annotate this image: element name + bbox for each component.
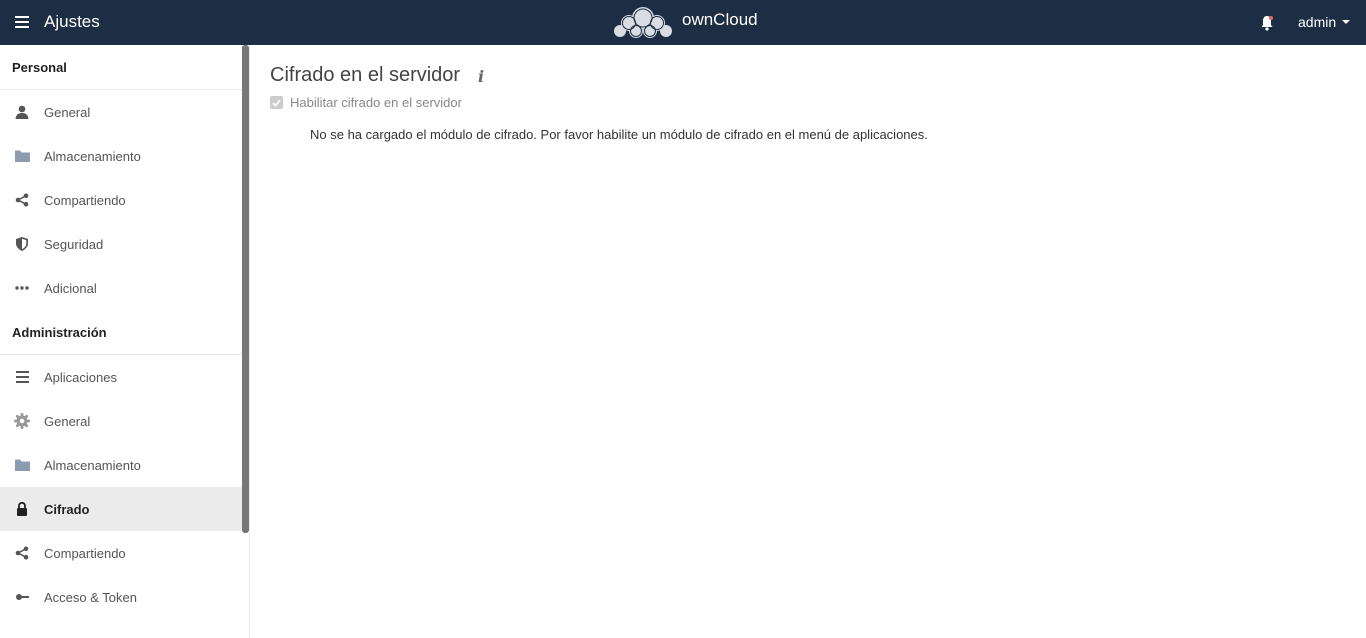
owncloud-logo[interactable]: ownCloud <box>612 5 758 39</box>
sidebar-item-label: General <box>44 104 91 120</box>
user-icon <box>14 104 30 120</box>
logo-text: ownCloud <box>682 10 758 29</box>
hamburger-icon <box>15 16 29 28</box>
info-icon[interactable]: i <box>478 67 484 86</box>
enable-encryption-row: Habilitar cifrado en el servidor <box>270 95 462 110</box>
folder-icon <box>14 148 30 164</box>
app-title[interactable]: Ajustes <box>44 12 100 32</box>
page-title: Cifrado en el servidor <box>270 64 461 86</box>
caret-down-icon <box>1342 20 1351 24</box>
sidebar-item-admin-general[interactable]: General <box>0 399 242 443</box>
share-icon <box>14 545 30 561</box>
sidebar-item-admin-storage[interactable]: Almacenamiento <box>0 443 242 487</box>
sidebar-item-label: General <box>44 413 91 429</box>
section-title-personal: Personal <box>0 45 242 90</box>
sidebar-item-label: Almacenamiento <box>44 457 141 473</box>
user-menu[interactable]: admin <box>1298 14 1351 30</box>
sidebar-item-label: Compartiendo <box>44 545 126 561</box>
sidebar-item-personal-general[interactable]: General <box>0 90 242 134</box>
key-icon <box>14 589 30 605</box>
gear-icon <box>14 413 30 429</box>
sidebar-item-label: Seguridad <box>44 236 104 252</box>
top-header: Ajustes ownCloud admin <box>0 0 1366 45</box>
list-icon <box>14 369 30 385</box>
sidebar-item-personal-security[interactable]: Seguridad <box>0 222 242 266</box>
sidebar-item-label: Aplicaciones <box>44 369 117 385</box>
sidebar-item-admin-access-token[interactable]: Acceso & Token <box>0 575 242 619</box>
sidebar-item-label: Almacenamiento <box>44 148 141 164</box>
user-name: admin <box>1298 14 1337 30</box>
checkmark-icon <box>272 99 281 107</box>
sidebar-item-personal-storage[interactable]: Almacenamiento <box>0 134 242 178</box>
sidebar-item-personal-additional[interactable]: Adicional <box>0 266 242 310</box>
enable-encryption-checkbox[interactable] <box>270 96 283 109</box>
notifications-bell-icon[interactable] <box>1260 15 1274 31</box>
sidebar-item-personal-sharing[interactable]: Compartiendo <box>0 178 242 222</box>
cloud-icon <box>614 7 672 38</box>
folder-icon <box>14 457 30 473</box>
settings-sidebar: Personal General Almacenamiento Comparti… <box>0 45 250 638</box>
encryption-module-notice: No se ha cargado el módulo de cifrado. P… <box>310 127 928 142</box>
enable-encryption-label: Habilitar cifrado en el servidor <box>290 95 462 110</box>
sidebar-item-admin-encryption[interactable]: Cifrado <box>0 487 242 531</box>
sidebar-item-admin-apps[interactable]: Aplicaciones <box>0 355 242 399</box>
sidebar-item-label: Acceso & Token <box>44 589 137 605</box>
share-icon <box>14 192 30 208</box>
sidebar-item-admin-sharing[interactable]: Compartiendo <box>0 531 242 575</box>
lock-icon <box>14 501 30 517</box>
main-content: Cifrado en el servidor i Habilitar cifra… <box>250 45 1366 638</box>
sidebar-item-label: Cifrado <box>44 501 90 517</box>
sidebar-item-label: Adicional <box>44 280 97 296</box>
sidebar-scrollbar[interactable] <box>242 45 249 533</box>
hamburger-menu-button[interactable] <box>10 10 34 34</box>
shield-icon <box>14 236 30 252</box>
section-title-admin: Administración <box>0 310 242 355</box>
sidebar-item-label: Compartiendo <box>44 192 126 208</box>
more-icon <box>14 280 30 296</box>
